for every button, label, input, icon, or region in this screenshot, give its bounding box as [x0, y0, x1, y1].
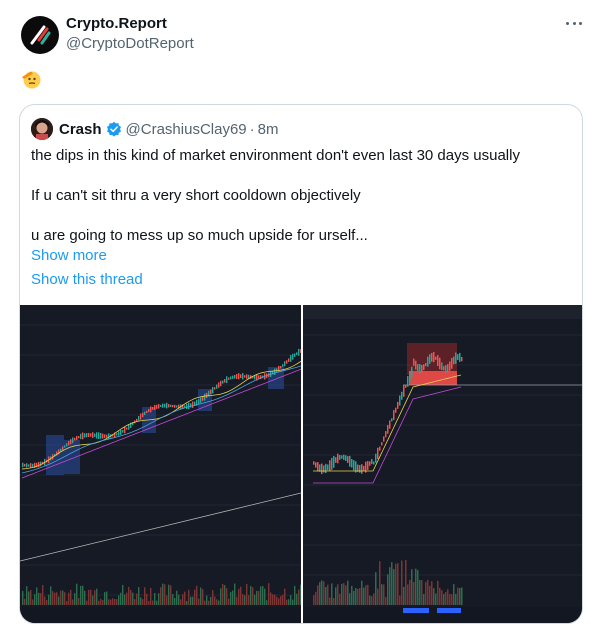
- more-options-icon[interactable]: [566, 18, 582, 28]
- quote-media[interactable]: [20, 305, 582, 623]
- tweet: Crypto.Report @CryptoDotReport Crash @Cr…: [0, 0, 591, 634]
- quote-author-avatar[interactable]: [31, 118, 53, 140]
- chart-image-right[interactable]: [303, 305, 582, 623]
- quote-author-handle[interactable]: @CrashiusClay69: [126, 121, 247, 138]
- author-info: Crypto.Report @CryptoDotReport: [66, 14, 194, 54]
- quote-text-line: u are going to mess up so much upside fo…: [31, 227, 368, 244]
- crypto-report-logo-icon: [30, 25, 51, 45]
- quote-timestamp[interactable]: 8m: [258, 121, 279, 138]
- author-handle[interactable]: @CryptoDotReport: [66, 34, 194, 54]
- quote-author-display-name[interactable]: Crash: [59, 121, 102, 138]
- quoted-tweet[interactable]: Crash @CrashiusClay69 · 8m the dips in t…: [19, 104, 583, 624]
- author-avatar[interactable]: [21, 16, 59, 54]
- author-display-name[interactable]: Crypto.Report: [66, 14, 194, 33]
- separator-dot: ·: [249, 120, 255, 138]
- verified-badge-icon: [106, 121, 121, 137]
- saluting-face-icon: [20, 68, 41, 89]
- chart-image-left[interactable]: [20, 305, 301, 623]
- quote-header: Crash @CrashiusClay69 · 8m: [31, 118, 279, 140]
- quote-text-line: the dips in this kind of market environm…: [31, 147, 520, 164]
- quote-text-line: If u can't sit thru a very short cooldow…: [31, 187, 361, 204]
- show-thread-link[interactable]: Show this thread: [31, 270, 143, 290]
- show-more-link[interactable]: Show more: [31, 246, 107, 266]
